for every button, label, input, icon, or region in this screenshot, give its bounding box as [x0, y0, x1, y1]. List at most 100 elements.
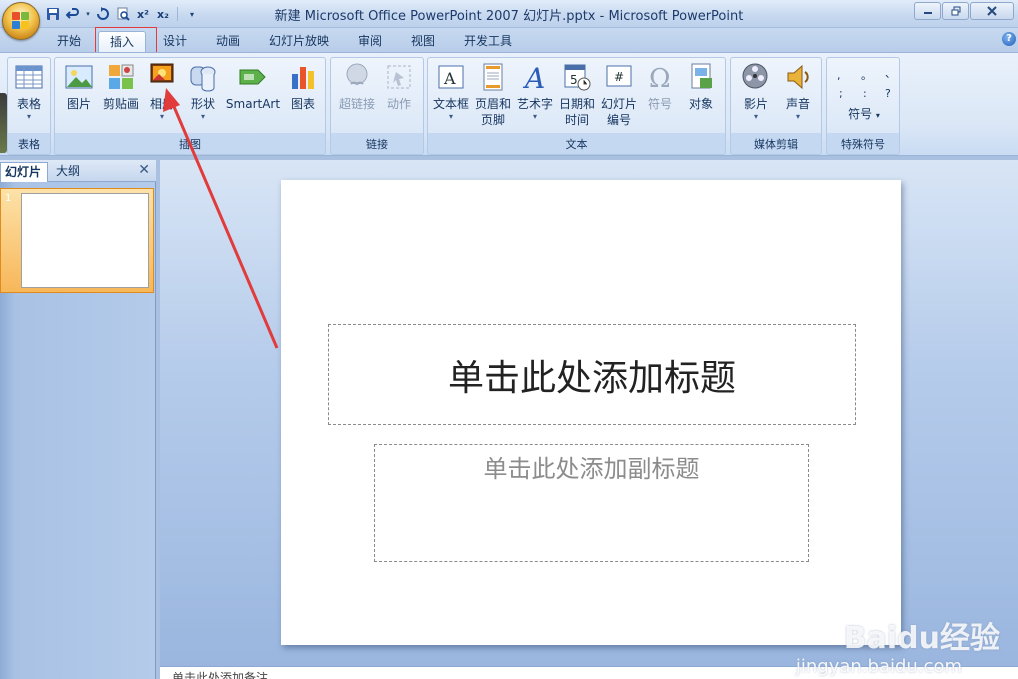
smartart-label: SmartArt [225, 97, 281, 111]
tab-outline[interactable]: 大纲 [52, 162, 100, 182]
group-label-table: 表格 [18, 138, 40, 151]
tab-slides[interactable]: 幻灯片 [0, 162, 48, 182]
date-time-icon: 5 [562, 62, 592, 92]
slide-thumbnail[interactable] [21, 193, 149, 288]
tab-design[interactable]: 设计 [153, 31, 197, 52]
tab-review[interactable]: 审阅 [348, 31, 392, 52]
slide-number-button[interactable]: # 幻灯片 编号 [598, 62, 640, 128]
tab-developer[interactable]: 开发工具 [456, 31, 520, 52]
object-button[interactable]: 对象 [680, 62, 722, 112]
object-label: 对象 [688, 97, 713, 111]
svg-text:A: A [443, 69, 456, 88]
wordart-icon: A [520, 62, 550, 95]
date-time-label-2: 时间 [564, 113, 589, 127]
pane-tabs: 幻灯片 大纲 ✕ [0, 160, 156, 182]
svg-text:#: # [614, 70, 624, 84]
clipart-button[interactable]: 剪贴画 [99, 62, 143, 112]
table-button[interactable]: 表格 ▾ [10, 62, 48, 122]
photo-album-button[interactable]: 相册 ▾ [143, 62, 181, 122]
group-media: 影片 ▾ 声音 ▾ 媒体剪辑 [730, 57, 822, 155]
slide-thumbnail-row[interactable]: 1 [0, 188, 154, 293]
tab-home[interactable]: 开始 [48, 31, 90, 52]
speaker-icon [783, 62, 813, 92]
close-icon[interactable] [970, 2, 1014, 20]
restore-icon[interactable] [942, 2, 969, 20]
minimize-icon[interactable] [914, 2, 941, 20]
office-logo-icon [12, 12, 30, 30]
slide-editing-area: 单击此处添加标题 单击此处添加副标题 [160, 160, 1018, 666]
slide-number-label-2: 编号 [606, 113, 631, 127]
action-label: 动作 [386, 97, 411, 111]
picture-button[interactable]: 图片 [59, 62, 99, 112]
header-footer-button[interactable]: 页眉和 页脚 [472, 62, 514, 128]
shapes-button[interactable]: 形状 ▾ [183, 62, 223, 122]
textbox-button[interactable]: A 文本框 ▾ [430, 62, 472, 122]
shapes-icon [188, 62, 218, 92]
slide-number: 1 [5, 193, 12, 204]
watermark-url: jingyan.baidu.com [795, 656, 962, 677]
header-footer-label-1: 页眉和 [474, 97, 511, 111]
office-button[interactable] [2, 2, 40, 40]
group-label-illustrations: 插图 [179, 138, 201, 151]
slide-number-label-1: 幻灯片 [600, 97, 637, 111]
chevron-down-icon: ▾ [795, 112, 800, 121]
movie-label: 影片 [743, 97, 768, 111]
ribbon: 表格 ▾ 表格 图片 剪贴画 相册 ▾ 形状 ▾ SmartArt 图表 插图 … [0, 52, 1018, 156]
watermark-logo: Baidu经验 [843, 621, 1000, 656]
chevron-down-icon: ▾ [532, 112, 537, 121]
punctuation-grid-icon: , 。 、 ; : ? [837, 67, 896, 100]
svg-text:Ω: Ω [649, 64, 671, 92]
chart-label: 图表 [290, 97, 315, 111]
special-symbol-button[interactable]: , 。 、 ; : ? 符号 ▾ [831, 62, 897, 124]
window-controls [914, 2, 1014, 20]
header-footer-label-2: 页脚 [480, 113, 505, 127]
picture-label: 图片 [66, 97, 91, 111]
chart-icon [288, 62, 318, 92]
action-icon [384, 62, 414, 92]
chevron-down-icon: ▾ [753, 112, 758, 121]
chevron-down-icon: ▾ [200, 112, 205, 121]
chart-button[interactable]: 图表 [283, 62, 323, 112]
movie-button[interactable]: 影片 ▾ [735, 62, 777, 122]
photo-album-label: 相册 [149, 97, 174, 111]
notes-placeholder: 单击此处添加备注 [172, 671, 269, 679]
action-button[interactable]: 动作 [379, 62, 419, 112]
omega-icon: Ω [645, 62, 675, 94]
textbox-icon: A [436, 62, 466, 92]
slide-canvas[interactable]: 单击此处添加标题 单击此处添加副标题 [281, 180, 901, 645]
tab-view[interactable]: 视图 [401, 31, 445, 52]
window-title: 新建 Microsoft Office PowerPoint 2007 幻灯片.… [274, 9, 744, 24]
sound-button[interactable]: 声音 ▾ [777, 62, 819, 122]
wordart-button[interactable]: A 艺术字 ▾ [514, 62, 556, 122]
subtitle-placeholder[interactable]: 单击此处添加副标题 [374, 444, 809, 562]
group-label-special: 特殊符号 [841, 138, 885, 151]
chevron-down-icon: ▾ [159, 112, 164, 121]
group-label-text: 文本 [565, 138, 588, 151]
help-icon[interactable]: ? [1002, 32, 1016, 46]
hyperlink-button[interactable]: 超链接 [335, 62, 379, 112]
shapes-label: 形状 [190, 97, 215, 111]
symbol-label: 符号 [647, 97, 672, 111]
special-symbol-label: 符号 [848, 107, 873, 121]
slides-pane: 幻灯片 大纲 ✕ 1 [0, 160, 156, 679]
tab-slideshow[interactable]: 幻灯片放映 [262, 31, 336, 52]
wordart-label: 艺术字 [516, 97, 553, 111]
close-icon[interactable]: ✕ [138, 162, 150, 178]
group-special-symbols: , 。 、 ; : ? 符号 ▾ 特殊符号 [826, 57, 900, 155]
title-placeholder[interactable]: 单击此处添加标题 [328, 324, 856, 425]
date-time-button[interactable]: 5 日期和 时间 [556, 62, 598, 128]
table-icon [14, 62, 44, 92]
hyperlink-label: 超链接 [338, 97, 375, 111]
smartart-button[interactable]: SmartArt [225, 62, 281, 112]
svg-text:5: 5 [570, 73, 578, 87]
date-time-label-1: 日期和 [558, 97, 595, 111]
smartart-icon [238, 62, 268, 92]
symbol-button[interactable]: Ω 符号 [640, 62, 680, 112]
hyperlink-icon [342, 62, 372, 92]
tab-animations[interactable]: 动画 [206, 31, 250, 52]
side-grip [0, 93, 7, 153]
group-table: 表格 ▾ 表格 [7, 57, 51, 155]
textbox-label: 文本框 [432, 97, 469, 111]
chevron-down-icon: ▾ [875, 111, 880, 120]
film-reel-icon [741, 62, 771, 92]
